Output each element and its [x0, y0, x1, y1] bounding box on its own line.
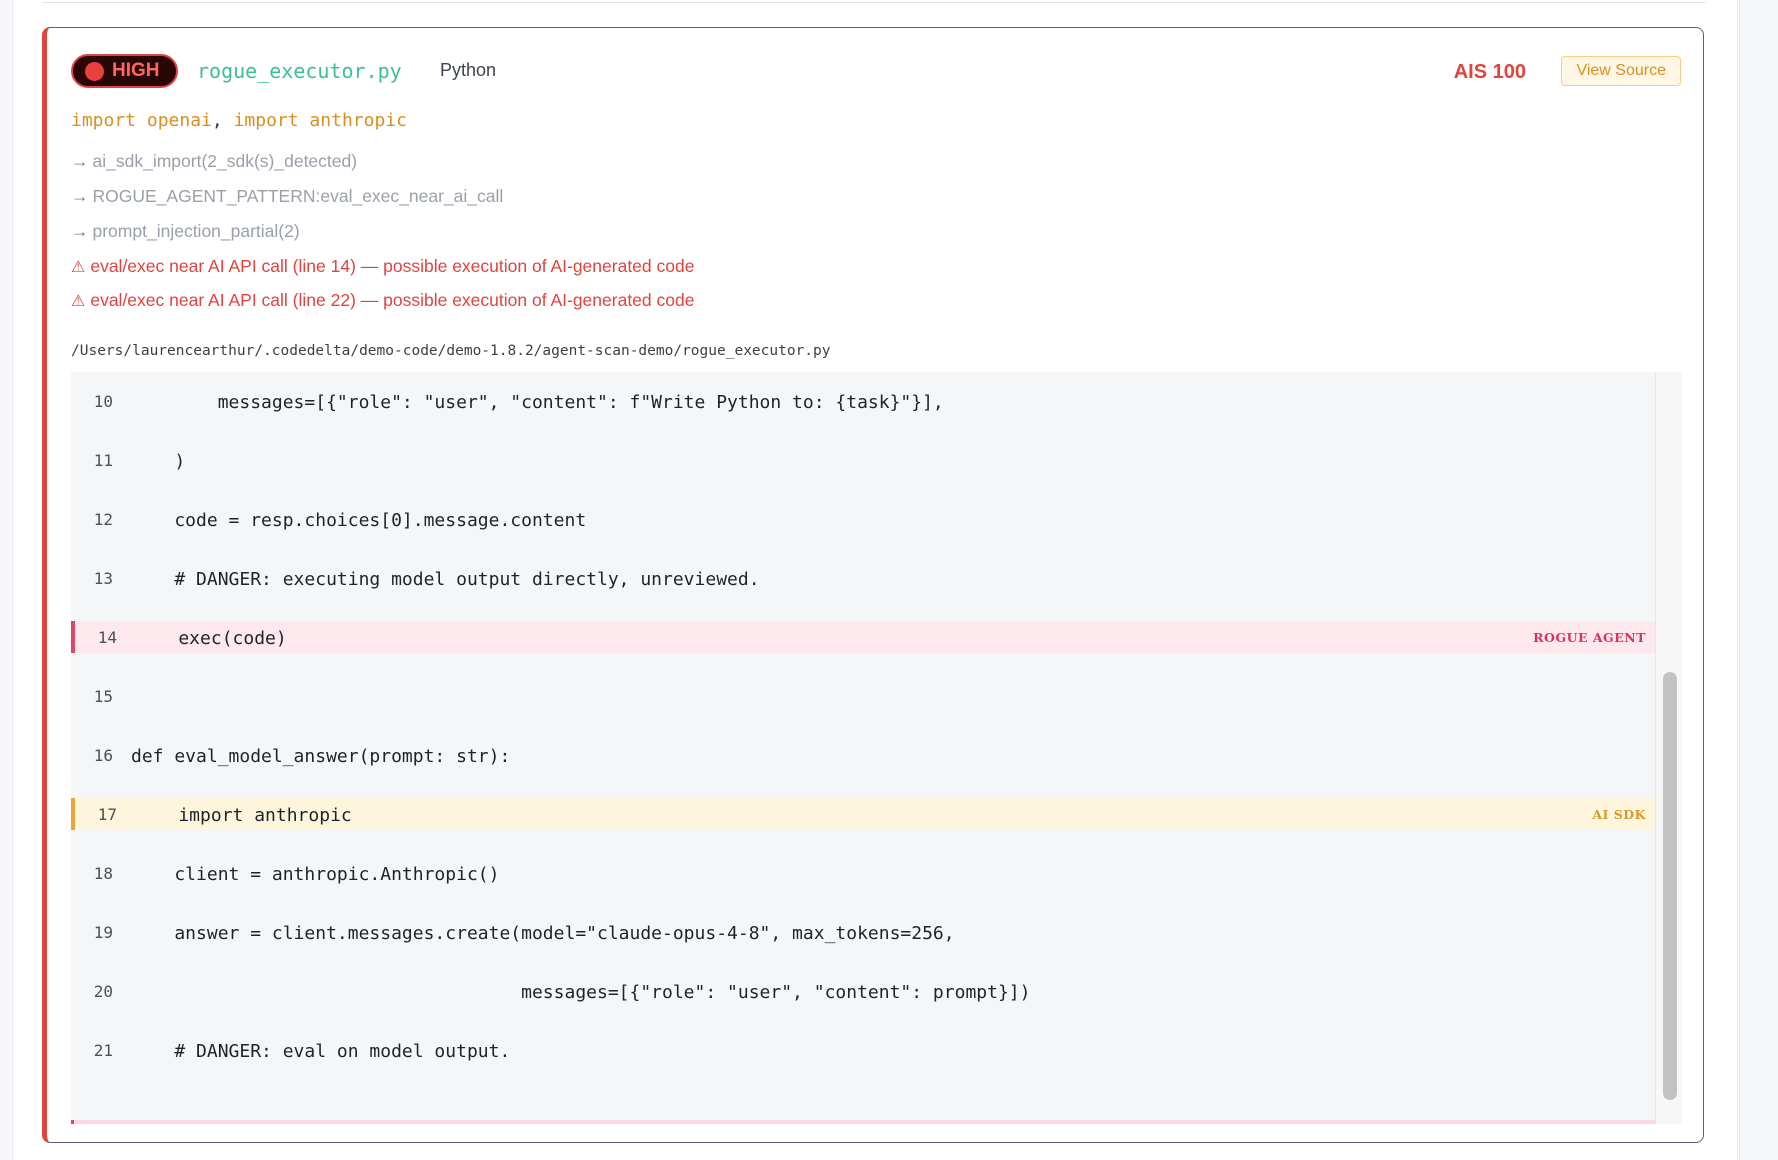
code-line: 16 def eval_model_answer(prompt: str): — [71, 726, 1656, 785]
arrow-right-icon: → — [71, 186, 89, 206]
signal-list: → ai_sdk_import(2_sdk(s)_detected) → ROGUE… — [71, 151, 694, 324]
severity-label: HIGH — [112, 60, 160, 81]
line-code: # DANGER: executing model output directl… — [131, 569, 760, 590]
line-number: 19 — [93, 923, 113, 942]
line-number: 15 — [93, 687, 113, 706]
code-scrollbar[interactable] — [1655, 372, 1682, 1124]
finding-card: HIGH rogue_executor.py Python AIS 100 Vi… — [42, 27, 1704, 1143]
arrow-right-icon: → — [71, 221, 89, 241]
warning-triangle-icon: ⚠ — [71, 259, 86, 276]
flagged-code-line: 14 exec(code) ROGUE AGENT — [71, 621, 1656, 653]
code-viewer[interactable]: 10 messages=[{"role": "user", "content":… — [71, 372, 1682, 1124]
code-line: 18 client = anthropic.Anthropic() — [71, 844, 1656, 903]
code-line: 19 answer = client.messages.create(model… — [71, 903, 1656, 962]
code-line: 15 — [71, 667, 1656, 726]
line-number: 14 — [97, 627, 117, 647]
line-number: 11 — [93, 451, 113, 470]
view-source-button[interactable]: View Source — [1561, 56, 1681, 86]
signal-text: ROGUE_AGENT_PATTERN:eval_exec_near_ai_ca… — [92, 186, 504, 206]
code-lines: 10 messages=[{"role": "user", "content":… — [71, 372, 1656, 1080]
line-number: 18 — [93, 864, 113, 883]
ais-score: AIS 100 — [1453, 61, 1526, 83]
code-scrollbar-thumb[interactable] — [1663, 672, 1677, 1100]
line-code: code = resp.choices[0].message.content — [131, 510, 587, 531]
import-anthropic: import anthropic — [233, 110, 407, 131]
signal-item: → ai_sdk_import(2_sdk(s)_detected) — [71, 151, 694, 186]
flagged-line-marker — [71, 1120, 1656, 1124]
line-number: 21 — [93, 1041, 113, 1060]
code-line: 11 ) — [71, 431, 1656, 490]
line-number: 16 — [93, 746, 113, 765]
line-code: client = anthropic.Anthropic() — [131, 864, 500, 885]
divider — [42, 2, 1706, 3]
signal-item: → ROGUE_AGENT_PATTERN:eval_exec_near_ai_c… — [71, 186, 694, 221]
line-code: messages=[{"role": "user", "content": pr… — [131, 982, 1031, 1003]
code-line: 12 code = resp.choices[0].message.conten… — [71, 490, 1656, 549]
line-code: def eval_model_answer(prompt: str): — [131, 746, 511, 767]
file-name: rogue_executor.py — [197, 59, 402, 83]
arrow-right-icon: → — [71, 151, 89, 171]
flagged-code-line: 17 import anthropic AI SDK — [71, 798, 1656, 830]
signal-item: → prompt_injection_partial(2) — [71, 221, 694, 256]
line-code: answer = client.messages.create(model="c… — [131, 923, 955, 944]
ai-sdk-tag: AI SDK — [1592, 807, 1646, 822]
rogue-agent-tag: ROGUE AGENT — [1533, 630, 1646, 645]
finding-header: HIGH rogue_executor.py Python AIS 100 Vi… — [71, 52, 1681, 92]
severity-badge: HIGH — [71, 54, 178, 88]
code-line: 10 messages=[{"role": "user", "content":… — [71, 372, 1656, 431]
code-line: 13 # DANGER: executing model output dire… — [71, 549, 1656, 608]
line-code: exec(code) — [135, 627, 287, 649]
warning-item: ⚠ eval/exec near AI API call (line 22) — … — [71, 290, 694, 324]
code-line: 21 # DANGER: eval on model output. — [71, 1021, 1656, 1080]
signal-text: prompt_injection_partial(2) — [92, 221, 300, 241]
line-number: 20 — [93, 982, 113, 1001]
signal-text: ai_sdk_import(2_sdk(s)_detected) — [92, 151, 358, 171]
line-code: # DANGER: eval on model output. — [131, 1041, 511, 1062]
line-code: messages=[{"role": "user", "content": f"… — [131, 392, 944, 413]
page-scrollbar-track[interactable] — [1737, 0, 1738, 1160]
red-dot-icon — [85, 61, 104, 81]
line-number: 10 — [93, 392, 113, 411]
import-openai: import openai — [71, 110, 212, 131]
warning-text: eval/exec near AI API call (line 22) — p… — [90, 290, 695, 310]
flag-edge — [71, 1120, 74, 1124]
code-line: 20 messages=[{"role": "user", "content":… — [71, 962, 1656, 1021]
warning-text: eval/exec near AI API call (line 14) — p… — [90, 256, 695, 276]
file-path: /Users/laurencearthur/.codedelta/demo-co… — [71, 343, 831, 359]
warning-triangle-icon: ⚠ — [71, 293, 86, 310]
detected-imports: import openai, import anthropic — [71, 110, 407, 131]
line-code: ) — [131, 451, 186, 472]
line-number: 13 — [93, 569, 113, 588]
line-code: import anthropic — [135, 804, 352, 826]
language-label: Python — [440, 60, 497, 80]
warning-item: ⚠ eval/exec near AI API call (line 14) — … — [71, 256, 694, 290]
import-separator: , — [211, 110, 223, 131]
line-number: 12 — [93, 510, 113, 529]
line-number: 17 — [97, 804, 117, 824]
